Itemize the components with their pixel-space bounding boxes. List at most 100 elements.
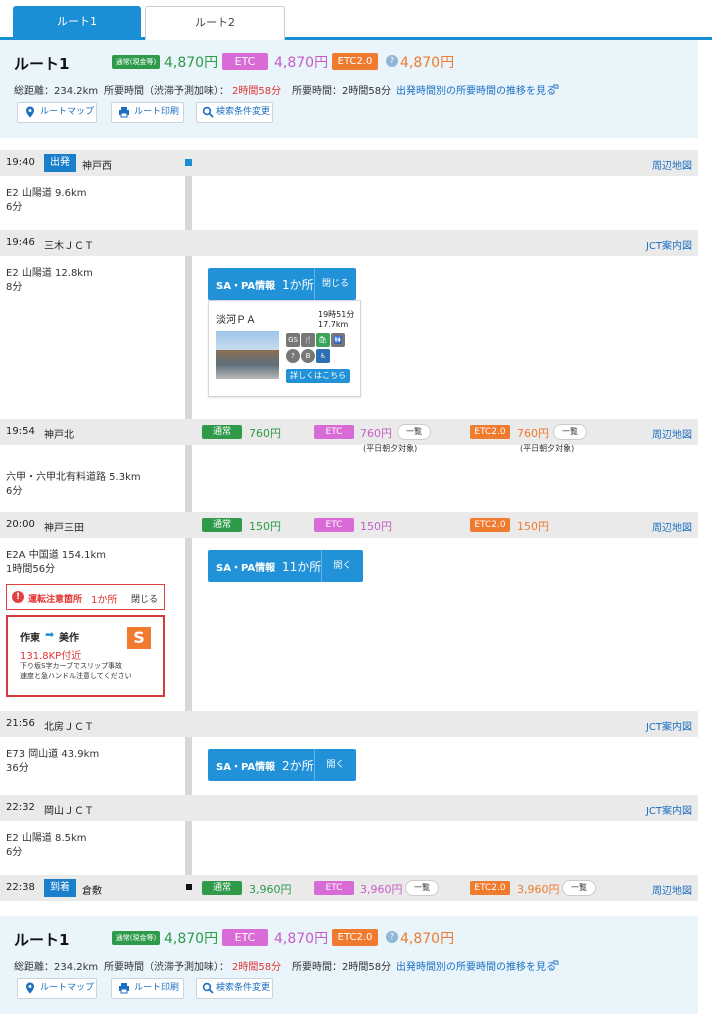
caution-line-1: 下り坂S字カーブでスリップ事故: [20, 662, 123, 670]
required-time: 所要時間：2時間58分: [292, 86, 392, 97]
pa-photo: [216, 331, 279, 379]
caution-close-button[interactable]: 閉じる: [131, 592, 158, 605]
sapa-label: SA・PA情報: [216, 563, 276, 574]
sapa-open-button[interactable]: 開く: [321, 550, 363, 582]
etc-fee-price: 760円: [360, 427, 392, 440]
route-point-okayama-jct: 22:32 岡山ＪＣＴ JCT案内図: [0, 795, 698, 821]
map-pin-icon: [26, 106, 34, 118]
etc-fee-price: 3,960円: [360, 883, 403, 896]
route-print-button[interactable]: ルート印刷: [111, 978, 184, 999]
pa-detail-button[interactable]: 詳しくはこちら: [286, 369, 350, 383]
search-conditions-label: 検索条件変更: [216, 107, 271, 117]
segment-4: E2A 中国道 154.1km 1時間56分: [6, 549, 106, 577]
tab-route-1[interactable]: ルート1: [13, 6, 141, 40]
route-tabs: ルート1 ルート2: [0, 0, 712, 40]
caution-line-2: 速度と急ハンドル注意してください: [20, 672, 132, 680]
etc-list-button[interactable]: 一覧: [397, 424, 431, 440]
nearby-map-link[interactable]: 周辺地図: [652, 519, 692, 534]
map-pin-icon: [26, 982, 34, 994]
etc-fee-badge: ETC: [314, 881, 354, 895]
jct-guide-link[interactable]: JCT案内図: [646, 237, 692, 252]
bus-stop-icon: B: [301, 349, 315, 363]
segment-road: E2 山陽道 9.6km: [6, 188, 87, 199]
etc2-list-button[interactable]: 一覧: [562, 880, 596, 896]
trend-link[interactable]: 出発時間別の所要時間の推移を見る: [396, 82, 556, 97]
etc-fee-price: 4,870円: [274, 55, 329, 71]
route-point-hokubo-jct: 21:56 北房ＪＣＴ JCT案内図: [0, 711, 698, 737]
end-marker: [186, 884, 192, 890]
segment-time: 8分: [6, 282, 23, 293]
trend-link[interactable]: 出発時間別の所要時間の推移を見る: [396, 958, 556, 973]
etc-fee-price: 4,870円: [274, 931, 329, 947]
etc2-fee-badge: ETC2.0: [470, 518, 510, 532]
etc2-fee-price: 150円: [517, 520, 549, 533]
etc-list-button[interactable]: 一覧: [405, 880, 439, 896]
route-map-button[interactable]: ルートマップ: [17, 102, 97, 123]
section-to: 美作: [59, 633, 79, 644]
sapa-close-button[interactable]: 閉じる: [314, 268, 356, 300]
sapa-info-bar[interactable]: SA・PA情報 1か所 閉じる: [208, 268, 356, 300]
route-print-label: ルート印刷: [134, 107, 180, 117]
point-name: 三木ＪＣＴ: [44, 241, 94, 252]
normal-fee-price: 4,870円: [164, 931, 219, 947]
segment-road: E2 山陽道 8.5km: [6, 833, 87, 844]
point-name: 神戸三田: [44, 523, 84, 534]
tab-route-2[interactable]: ルート2: [145, 6, 285, 40]
s-curve-sign-icon: S: [127, 627, 151, 649]
help-icon[interactable]: ?: [386, 55, 398, 67]
predicted-time-label: 所要時間（渋滞予測加味）：: [104, 86, 229, 97]
route-point-kurashiki: 22:38 到着 倉敷 通常 3,960円 ETC 3,960円 一覧 ETC2…: [0, 875, 698, 901]
nearby-map-link[interactable]: 周辺地図: [652, 157, 692, 172]
printer-icon: [119, 107, 129, 118]
information-icon: ?: [286, 349, 300, 363]
sapa-info-bar[interactable]: SA・PA情報 2か所 開く: [208, 749, 356, 781]
nearby-map-link[interactable]: 周辺地図: [652, 426, 692, 441]
restaurant-icon: 🍴: [301, 333, 315, 347]
predicted-time-label: 所要時間（渋滞予測加味）：: [104, 962, 229, 973]
accessible-icon: ♿: [316, 349, 330, 363]
external-link-icon: ⧉: [553, 958, 559, 967]
printer-icon: [119, 983, 129, 994]
help-icon[interactable]: ?: [386, 931, 398, 943]
restroom-icon: 🚻: [331, 333, 345, 347]
point-time: 19:40: [6, 157, 35, 168]
point-name: 倉敷: [82, 886, 102, 897]
etc2-fee-note: (平日朝夕対象): [520, 444, 575, 453]
segment-time: 6分: [6, 486, 23, 497]
route-print-button[interactable]: ルート印刷: [111, 102, 184, 123]
segment-time: 1時間56分: [6, 564, 56, 575]
etc-fee-badge: ETC: [222, 929, 268, 946]
caution-detail-card: 作東 ➡ 美作 S 131.8KP付近 下り坂S字カーブでスリップ事故 速度と急…: [6, 615, 165, 697]
normal-fee-price: 3,960円: [249, 883, 292, 896]
route-title: ルート1: [14, 931, 70, 949]
pa-card: 淡河ＰＡ 19時51分 17.7km GS 🍴 🛍 🚻 ? B ♿ 詳しくはこち…: [208, 300, 361, 397]
sapa-count: 11か所: [282, 560, 322, 574]
route-map-button[interactable]: ルートマップ: [17, 978, 97, 999]
search-conditions-button[interactable]: 検索条件変更: [196, 102, 273, 123]
caution-spot-header: ! 運転注意箇所 1か所 閉じる: [6, 584, 165, 610]
normal-fee-badge: 通常(現金等): [112, 55, 160, 69]
gas-station-icon: GS: [286, 333, 300, 347]
etc2-fee-price: 4,870円: [400, 931, 455, 947]
etc-fee-badge: ETC: [314, 425, 354, 439]
section-from: 作東: [20, 633, 40, 644]
sapa-info-bar[interactable]: SA・PA情報 11か所 開く: [208, 550, 363, 582]
jct-guide-link[interactable]: JCT案内図: [646, 718, 692, 733]
sapa-open-button[interactable]: 開く: [314, 749, 356, 781]
search-conditions-button[interactable]: 検索条件変更: [196, 978, 273, 999]
etc2-fee-price: 4,870円: [400, 55, 455, 71]
pa-distance: 17.7km: [318, 320, 349, 329]
etc2-list-button[interactable]: 一覧: [553, 424, 587, 440]
point-name: 神戸北: [44, 430, 74, 441]
etc2-fee-badge: ETC2.0: [332, 53, 378, 70]
sapa-label: SA・PA情報: [216, 281, 276, 292]
nearby-map-link[interactable]: 周辺地図: [652, 882, 692, 897]
jct-guide-link[interactable]: JCT案内図: [646, 802, 692, 817]
route-map-label: ルートマップ: [40, 983, 95, 993]
arrow-right-icon: ➡: [45, 628, 55, 641]
etc2-fee-price: 3,960円: [517, 883, 560, 896]
etc2-fee-badge: ETC2.0: [470, 425, 510, 439]
normal-fee-badge: 通常: [202, 518, 242, 532]
point-time: 21:56: [6, 718, 35, 729]
required-time: 所要時間：2時間58分: [292, 962, 392, 973]
